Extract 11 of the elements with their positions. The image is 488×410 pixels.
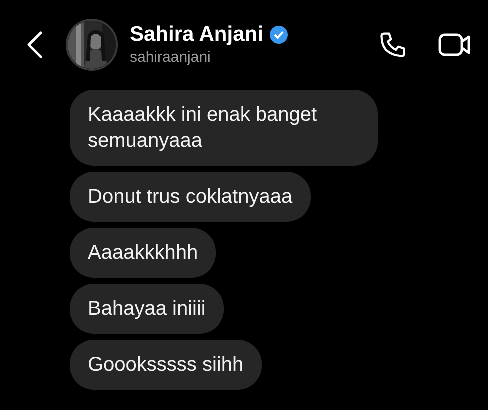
- username: sahiraanjani: [130, 48, 212, 68]
- message-bubble: Bahayaa iniiii: [70, 284, 224, 334]
- avatar[interactable]: [66, 19, 118, 71]
- message-bubble: Aaaakkkhhh: [70, 228, 216, 278]
- video-call-icon[interactable]: [438, 31, 472, 59]
- message-bubble: Kaaaakkk ini enak banget semuanyaaa: [70, 90, 378, 166]
- message-bubble: Donut trus coklatnyaaa: [70, 172, 311, 222]
- message-bubble: Goooksssss siihh: [70, 340, 262, 390]
- back-icon[interactable]: [26, 31, 44, 59]
- phone-icon[interactable]: [378, 30, 408, 60]
- contact-name: Sahira Anjani: [130, 22, 264, 48]
